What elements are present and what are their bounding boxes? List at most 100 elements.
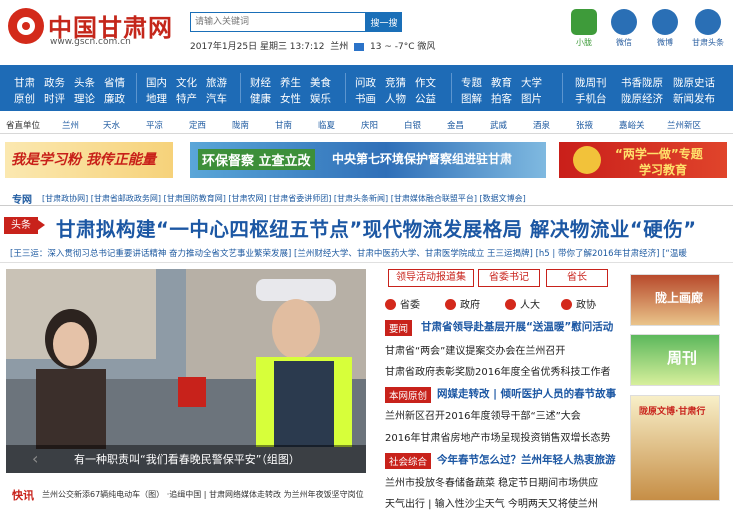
- nav-item[interactable]: 书画: [355, 91, 376, 106]
- city-link[interactable]: 定西: [189, 119, 206, 131]
- search-input[interactable]: [190, 12, 366, 32]
- party-link[interactable]: 人大: [505, 296, 540, 311]
- nav-item[interactable]: 问政: [355, 75, 376, 90]
- photo-caption[interactable]: 有一种职责叫“我们看春晚民警保平安”（组图）: [74, 451, 300, 467]
- headline-link[interactable]: 甘肃拟构建“一中心四枢纽五节点”现代物流发展格局 解决物流业“硬伤”: [56, 213, 697, 242]
- city-link[interactable]: 酒泉: [533, 119, 550, 131]
- news-section-tag: 本网原创: [385, 387, 432, 403]
- nav-item[interactable]: 教育: [491, 75, 512, 90]
- nav-item[interactable]: 大学: [521, 75, 542, 90]
- city-link[interactable]: 甘南: [275, 119, 292, 131]
- nav-item[interactable]: 新闻发布: [673, 91, 715, 106]
- nav-item[interactable]: 图片: [521, 91, 542, 106]
- banner-study[interactable]: 我是学习粉 我传正能量: [5, 142, 173, 178]
- nav-item[interactable]: 陇周刊: [575, 75, 607, 90]
- nav-item[interactable]: 廉政: [104, 91, 125, 106]
- city-link[interactable]: 平凉: [146, 119, 163, 131]
- nav-item[interactable]: 女性: [280, 91, 301, 106]
- flash-news-text[interactable]: 兰州公交新添67辆纯电动车（图） ·追缉中国 | 甘肃网络媒体走转改 为兰州年夜…: [42, 489, 366, 500]
- nav-item[interactable]: 陇原史话: [673, 75, 715, 90]
- side-banner-weekly[interactable]: 周刊: [630, 334, 720, 386]
- city-link[interactable]: 天水: [103, 119, 120, 131]
- nav-item[interactable]: 旅游: [206, 75, 227, 90]
- nav-item[interactable]: 特产: [176, 91, 197, 106]
- nav-item[interactable]: 头条: [74, 75, 95, 90]
- weather-city[interactable]: 兰州: [330, 42, 348, 52]
- city-link[interactable]: 兰州: [62, 119, 79, 131]
- party-link[interactable]: 省委: [385, 296, 420, 311]
- nav-item[interactable]: 公益: [415, 91, 436, 106]
- nav-item[interactable]: 书香陇原: [621, 75, 663, 90]
- city-link[interactable]: 庆阳: [361, 119, 378, 131]
- city-link[interactable]: 兰州新区: [667, 119, 701, 131]
- side-banner-heritage[interactable]: 陇原文博·甘肃行: [630, 395, 720, 501]
- nav-item[interactable]: 甘肃: [14, 75, 35, 90]
- nav-item[interactable]: 省情: [104, 75, 125, 90]
- nav-item[interactable]: 养生: [280, 75, 301, 90]
- news-link[interactable]: 甘肃省“两会”建议提案交办会在兰州召开: [385, 342, 565, 357]
- nav-item[interactable]: 健康: [250, 91, 271, 106]
- feature-photo[interactable]: ‹ 有一种职责叫“我们看春晚民警保平安”（组图）: [6, 269, 366, 473]
- banner-two-studies[interactable]: “两学一做”专题 学习教育: [559, 142, 727, 178]
- sub-headlines[interactable]: [王三运：深入贯彻习总书记重要讲话精神 奋力推动全省文艺事业繁荣发展] [兰州财…: [10, 247, 726, 259]
- news-link[interactable]: 甘肃省政府表彰奖励2016年度全省优秀科技工作者: [385, 363, 610, 378]
- tab-party-secretary[interactable]: 省委书记: [478, 269, 540, 287]
- nav-item[interactable]: 专题: [461, 75, 482, 90]
- nav-item[interactable]: 地理: [146, 91, 167, 106]
- search-button[interactable]: 搜一搜: [366, 12, 402, 32]
- site-logo[interactable]: 中国甘肃网 www.gscn.com.cn: [8, 6, 178, 50]
- nav-item[interactable]: 文化: [176, 75, 197, 90]
- city-link[interactable]: 白银: [404, 119, 421, 131]
- nav-item[interactable]: 美食: [310, 75, 331, 90]
- news-row: 兰州市投放冬春储备蔬菜 稳定节日期间市场供应: [385, 472, 625, 490]
- nav-item[interactable]: 娱乐: [310, 91, 331, 106]
- news-link[interactable]: 天气出行 | 输入性沙尘天气 今明两天又将使兰州: [385, 495, 598, 510]
- news-headline[interactable]: 网媒走转改 | 倾听医护人员的春节故事: [437, 386, 616, 401]
- nav-item[interactable]: 理论: [74, 91, 95, 106]
- banner-environment[interactable]: 环保督察 立查立改 中央第七环境保护督察组进驻甘肃: [190, 142, 546, 178]
- news-link[interactable]: 2016年甘肃省房地产市场呈现投资销售双增长态势: [385, 429, 610, 444]
- nav-item[interactable]: 原创: [14, 91, 35, 106]
- party-link-label: 人大: [520, 300, 540, 311]
- city-link[interactable]: 武威: [490, 119, 507, 131]
- wechat-link[interactable]: 微信: [608, 9, 640, 49]
- nav-item[interactable]: 竞猜: [385, 75, 406, 90]
- city-link[interactable]: 临夏: [318, 119, 335, 131]
- news-row: 甘肃省“两会”建议提案交办会在兰州召开: [385, 340, 625, 358]
- tab-governor[interactable]: 省长: [546, 269, 608, 287]
- city-link[interactable]: 省直单位: [6, 119, 40, 131]
- news-link[interactable]: 兰州新区召开2016年度领导干部“三述”大会: [385, 407, 581, 422]
- party-link-label: 政协: [576, 300, 596, 311]
- nav-divider: [136, 73, 137, 103]
- news-headline[interactable]: 甘肃省领导赴基层开展“送温暖”慰问活动: [421, 319, 613, 334]
- nav-item[interactable]: 手机台: [575, 91, 607, 106]
- side-banner-gallery-text: 陇上画廊: [655, 291, 704, 305]
- side-banner-gallery[interactable]: 陇上画廊: [630, 274, 720, 326]
- nav-item[interactable]: 陇原经济: [621, 91, 663, 106]
- nav-item[interactable]: 时评: [44, 91, 65, 106]
- nav-item[interactable]: 人物: [385, 91, 406, 106]
- tab-leader-activities[interactable]: 领导活动报道集: [388, 269, 474, 287]
- nav-item[interactable]: 汽车: [206, 91, 227, 106]
- nav-item[interactable]: 政务: [44, 75, 65, 90]
- party-link[interactable]: 政府: [445, 296, 480, 311]
- nav-item[interactable]: 作文: [415, 75, 436, 90]
- news-link[interactable]: 兰州市投放冬春储备蔬菜 稳定节日期间市场供应: [385, 474, 598, 489]
- toutiao-icon: [695, 9, 721, 35]
- nav-item[interactable]: 财经: [250, 75, 271, 90]
- city-link[interactable]: 嘉峪关: [619, 119, 645, 131]
- photo-illustration: [6, 269, 366, 473]
- nav-item[interactable]: 拍客: [491, 91, 512, 106]
- news-headline[interactable]: 今年春节怎么过？兰州年轻人热衷旅游: [437, 452, 616, 467]
- nav-item[interactable]: 国内: [146, 75, 167, 90]
- special-links[interactable]: [甘肃政协网] [甘肃省邮政政务网] [甘肃国防教育网] [甘肃农网] [甘肃省…: [42, 193, 526, 204]
- nav-item[interactable]: 图解: [461, 91, 482, 106]
- party-link[interactable]: 政协: [561, 296, 596, 311]
- app-link[interactable]: 小胧: [568, 9, 600, 49]
- weibo-link[interactable]: 微博: [649, 9, 681, 49]
- toutiao-link[interactable]: 甘肃头条: [692, 9, 724, 49]
- city-link[interactable]: 陇南: [232, 119, 249, 131]
- city-link[interactable]: 金昌: [447, 119, 464, 131]
- party-links: 省委 政府 人大 政协: [385, 296, 617, 312]
- city-link[interactable]: 张掖: [576, 119, 593, 131]
